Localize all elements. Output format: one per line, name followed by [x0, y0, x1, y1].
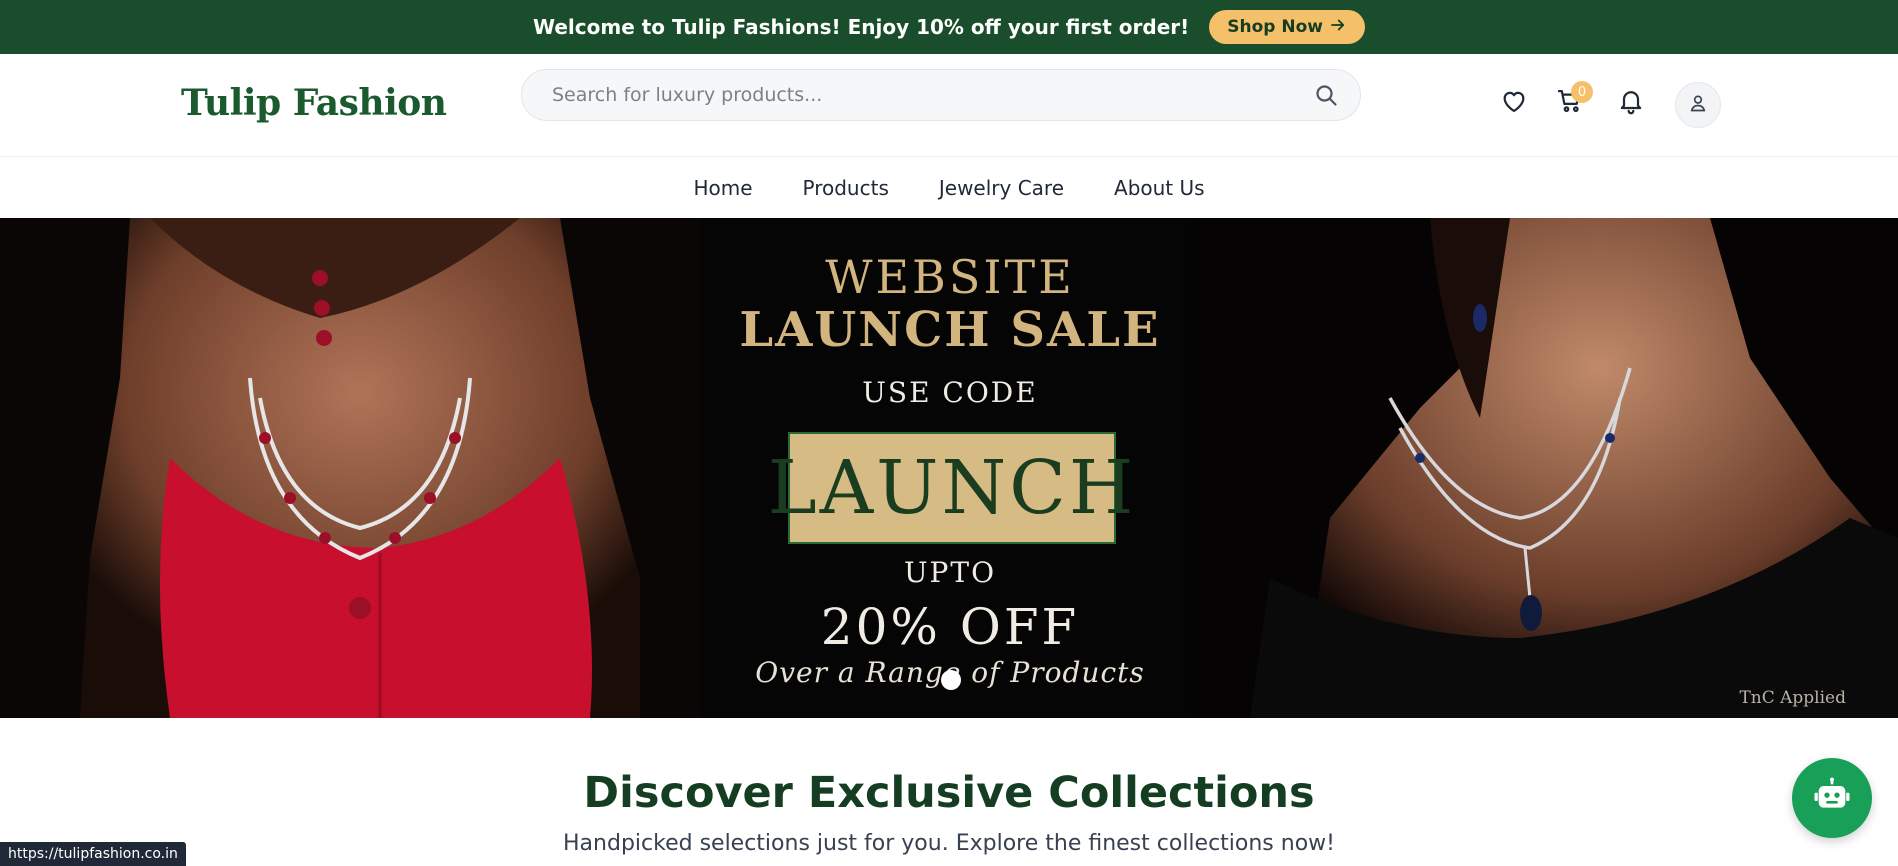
- chatbot-button[interactable]: [1792, 758, 1872, 838]
- section-subtitle: Handpicked selections just for you. Expl…: [563, 831, 1335, 856]
- search-icon[interactable]: [1314, 83, 1338, 107]
- wishlist-button[interactable]: [1499, 88, 1529, 118]
- carousel-dot[interactable]: [941, 670, 961, 690]
- hero-sale-text: WEBSITE LAUNCH SALE USE CODE LAUNCH UPTO…: [700, 218, 1200, 718]
- status-url: https://tulipfashion.co.in: [0, 842, 186, 866]
- robot-icon: [1812, 776, 1852, 820]
- nav-jewelry-care[interactable]: Jewelry Care: [914, 176, 1089, 200]
- hero-code: LAUNCH: [767, 445, 1137, 531]
- hero-use-code: USE CODE: [862, 376, 1038, 409]
- model-right-image: [1190, 218, 1898, 718]
- hero-banner[interactable]: WEBSITE LAUNCH SALE USE CODE LAUNCH UPTO…: [0, 218, 1898, 718]
- section-title: Discover Exclusive Collections: [583, 768, 1315, 818]
- nav-about-us[interactable]: About Us: [1089, 176, 1230, 200]
- cart-count-badge: 0: [1571, 81, 1593, 103]
- site-header: Tulip Fashion 0: [0, 54, 1898, 157]
- hero-line2: LAUNCH SALE: [739, 302, 1161, 358]
- hero-code-box: LAUNCH: [768, 432, 1133, 544]
- shop-now-button[interactable]: Shop Now: [1209, 10, 1365, 44]
- nav-home[interactable]: Home: [668, 176, 777, 200]
- promo-message: Welcome to Tulip Fashions! Enjoy 10% off…: [532, 15, 1190, 39]
- hero-upto: UPTO: [903, 556, 997, 589]
- shop-now-label: Shop Now: [1227, 17, 1323, 37]
- notifications-button[interactable]: [1616, 88, 1646, 118]
- hero-discount: 20% OFF: [820, 598, 1080, 656]
- search-bar: [521, 69, 1361, 121]
- promo-bar: Welcome to Tulip Fashions! Enjoy 10% off…: [0, 0, 1898, 54]
- user-icon: [1688, 93, 1708, 117]
- search-input[interactable]: [552, 84, 1314, 106]
- bell-icon: [1617, 87, 1645, 119]
- nav-products[interactable]: Products: [778, 176, 914, 200]
- main-nav: Home Products Jewelry Care About Us: [0, 157, 1898, 218]
- site-logo[interactable]: Tulip Fashion: [181, 82, 447, 124]
- hero-line1: WEBSITE: [825, 250, 1075, 304]
- arrow-right-icon: [1329, 16, 1347, 39]
- account-button[interactable]: [1675, 82, 1721, 128]
- hero-tnc: TnC Applied: [1739, 688, 1846, 708]
- heart-icon: [1500, 87, 1528, 119]
- model-left-image: [0, 218, 700, 718]
